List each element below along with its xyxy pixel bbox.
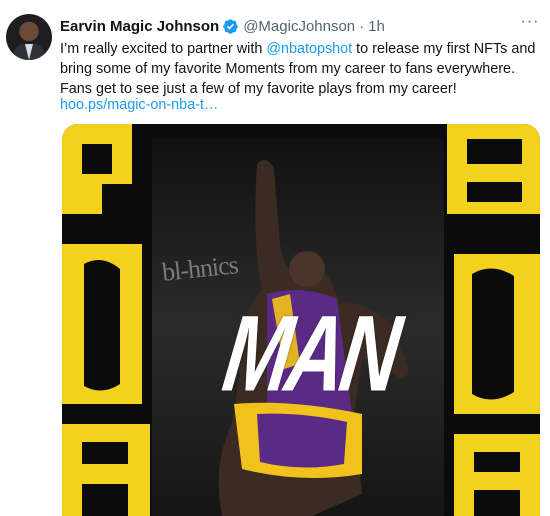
tweet: Earvin Magic Johnson @MagicJohnson · 1h … — [0, 0, 550, 516]
author-handle[interactable]: @MagicJohnson — [243, 18, 355, 35]
verified-badge-icon — [222, 18, 239, 35]
mention-link[interactable]: @nbatopshot — [266, 41, 352, 57]
author-name[interactable]: Earvin Magic Johnson — [60, 18, 219, 35]
tweet-text-part1: I’m really excited to partner with — [60, 41, 267, 57]
timestamp[interactable]: 1h — [368, 18, 385, 35]
tweet-text: I’m really excited to partner with @nbat… — [60, 39, 544, 99]
more-options-icon[interactable]: ··· — [520, 14, 540, 34]
media-video[interactable]: bl-hnics MAN — [62, 124, 540, 516]
avatar[interactable] — [6, 14, 52, 60]
tweet-link[interactable]: hoo.ps/magic-on-nba-t… — [60, 95, 218, 115]
media-overlay-text: MAN — [216, 293, 404, 414]
separator-dot: · — [359, 17, 365, 35]
tweet-header: Earvin Magic Johnson @MagicJohnson · 1h — [60, 16, 385, 36]
